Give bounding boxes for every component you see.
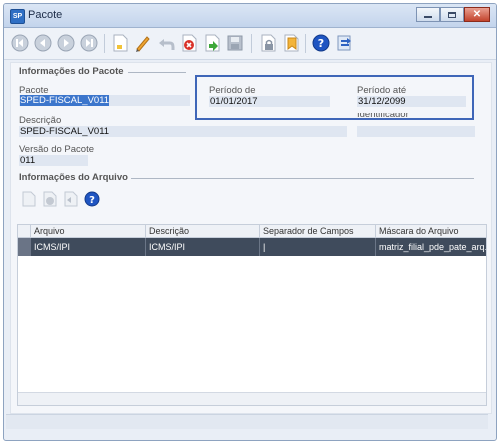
pacote-value: SPED-FISCAL_V011: [20, 95, 110, 106]
versao-field[interactable]: 011: [19, 155, 88, 166]
arquivo-toolbar: ?: [18, 185, 482, 213]
arquivo-grid[interactable]: Arquivo Descrição Separador de Campos Má…: [17, 224, 487, 406]
undo-file-icon[interactable]: [62, 190, 80, 208]
descricao-label: Descrição: [19, 115, 62, 126]
new-document-icon[interactable]: [110, 33, 130, 53]
pin-icon[interactable]: [281, 33, 301, 53]
pacote-section-title: Informações do Pacote: [19, 66, 124, 77]
close-button[interactable]: ✕: [464, 7, 490, 22]
column-header-mascara[interactable]: Máscara do Arquivo: [376, 225, 486, 237]
last-record-icon[interactable]: [79, 33, 99, 53]
pacote-field[interactable]: SPED-FISCAL_V011: [19, 95, 190, 106]
grid-header: Arquivo Descrição Separador de Campos Má…: [18, 225, 486, 238]
title-bar[interactable]: SP Pacote ✕: [4, 4, 496, 28]
exit-icon[interactable]: [334, 33, 354, 53]
help-icon[interactable]: ?: [311, 33, 331, 53]
cell-separador: |: [260, 238, 376, 256]
descricao-field[interactable]: SPED-FISCAL_V011: [19, 126, 347, 137]
cell-mascara: matriz_filial_pde_pate_arq...: [379, 242, 486, 252]
edit-pencil-icon[interactable]: [133, 33, 153, 53]
previous-record-icon[interactable]: [33, 33, 53, 53]
section-divider: [131, 178, 474, 179]
identificador-field[interactable]: [357, 126, 475, 137]
minimize-icon: [424, 16, 432, 18]
svg-text:?: ?: [318, 37, 324, 50]
minimize-button[interactable]: [416, 7, 440, 22]
horizontal-scrollbar[interactable]: [18, 392, 486, 405]
file-help-icon[interactable]: ?: [83, 190, 101, 208]
column-header-descricao[interactable]: Descrição: [146, 225, 260, 237]
window-controls: ✕: [416, 7, 490, 23]
arquivo-section-title: Informações do Arquivo: [19, 172, 128, 183]
toolbar-separator: [305, 34, 306, 53]
column-header-arquivo[interactable]: Arquivo: [31, 225, 146, 237]
app-icon: SP: [10, 9, 25, 24]
toolbar-separator: [251, 34, 252, 53]
save-disk-icon[interactable]: [225, 33, 245, 53]
cell-descricao: ICMS/IPI: [146, 238, 260, 256]
row-marker-header: [18, 225, 31, 237]
row-selector[interactable]: [18, 238, 31, 256]
window-title: Pacote: [28, 9, 63, 21]
first-record-icon[interactable]: [10, 33, 30, 53]
maximize-icon: [448, 11, 456, 18]
maximize-button[interactable]: [440, 7, 464, 22]
confirm-icon[interactable]: [202, 33, 222, 53]
main-toolbar: ?: [4, 28, 496, 60]
versao-label: Versão do Pacote: [19, 144, 94, 155]
new-file-icon[interactable]: [20, 190, 38, 208]
lock-icon[interactable]: [258, 33, 278, 53]
table-row[interactable]: ICMS/IPI ICMS/IPI | matriz_filial_pde_pa…: [31, 238, 486, 256]
delete-icon[interactable]: [179, 33, 199, 53]
identificador-label: Identificador: [357, 113, 409, 120]
period-highlight-box: [195, 75, 474, 120]
section-divider: [128, 72, 186, 73]
close-icon: ✕: [472, 8, 482, 20]
undo-icon[interactable]: [156, 33, 176, 53]
delete-file-icon[interactable]: [41, 190, 59, 208]
toolbar-separator: [104, 34, 105, 53]
column-header-separador[interactable]: Separador de Campos: [260, 225, 376, 237]
svg-text:?: ?: [89, 195, 95, 206]
next-record-icon[interactable]: [56, 33, 76, 53]
status-footer: [6, 414, 488, 429]
cell-arquivo: ICMS/IPI: [31, 238, 146, 256]
